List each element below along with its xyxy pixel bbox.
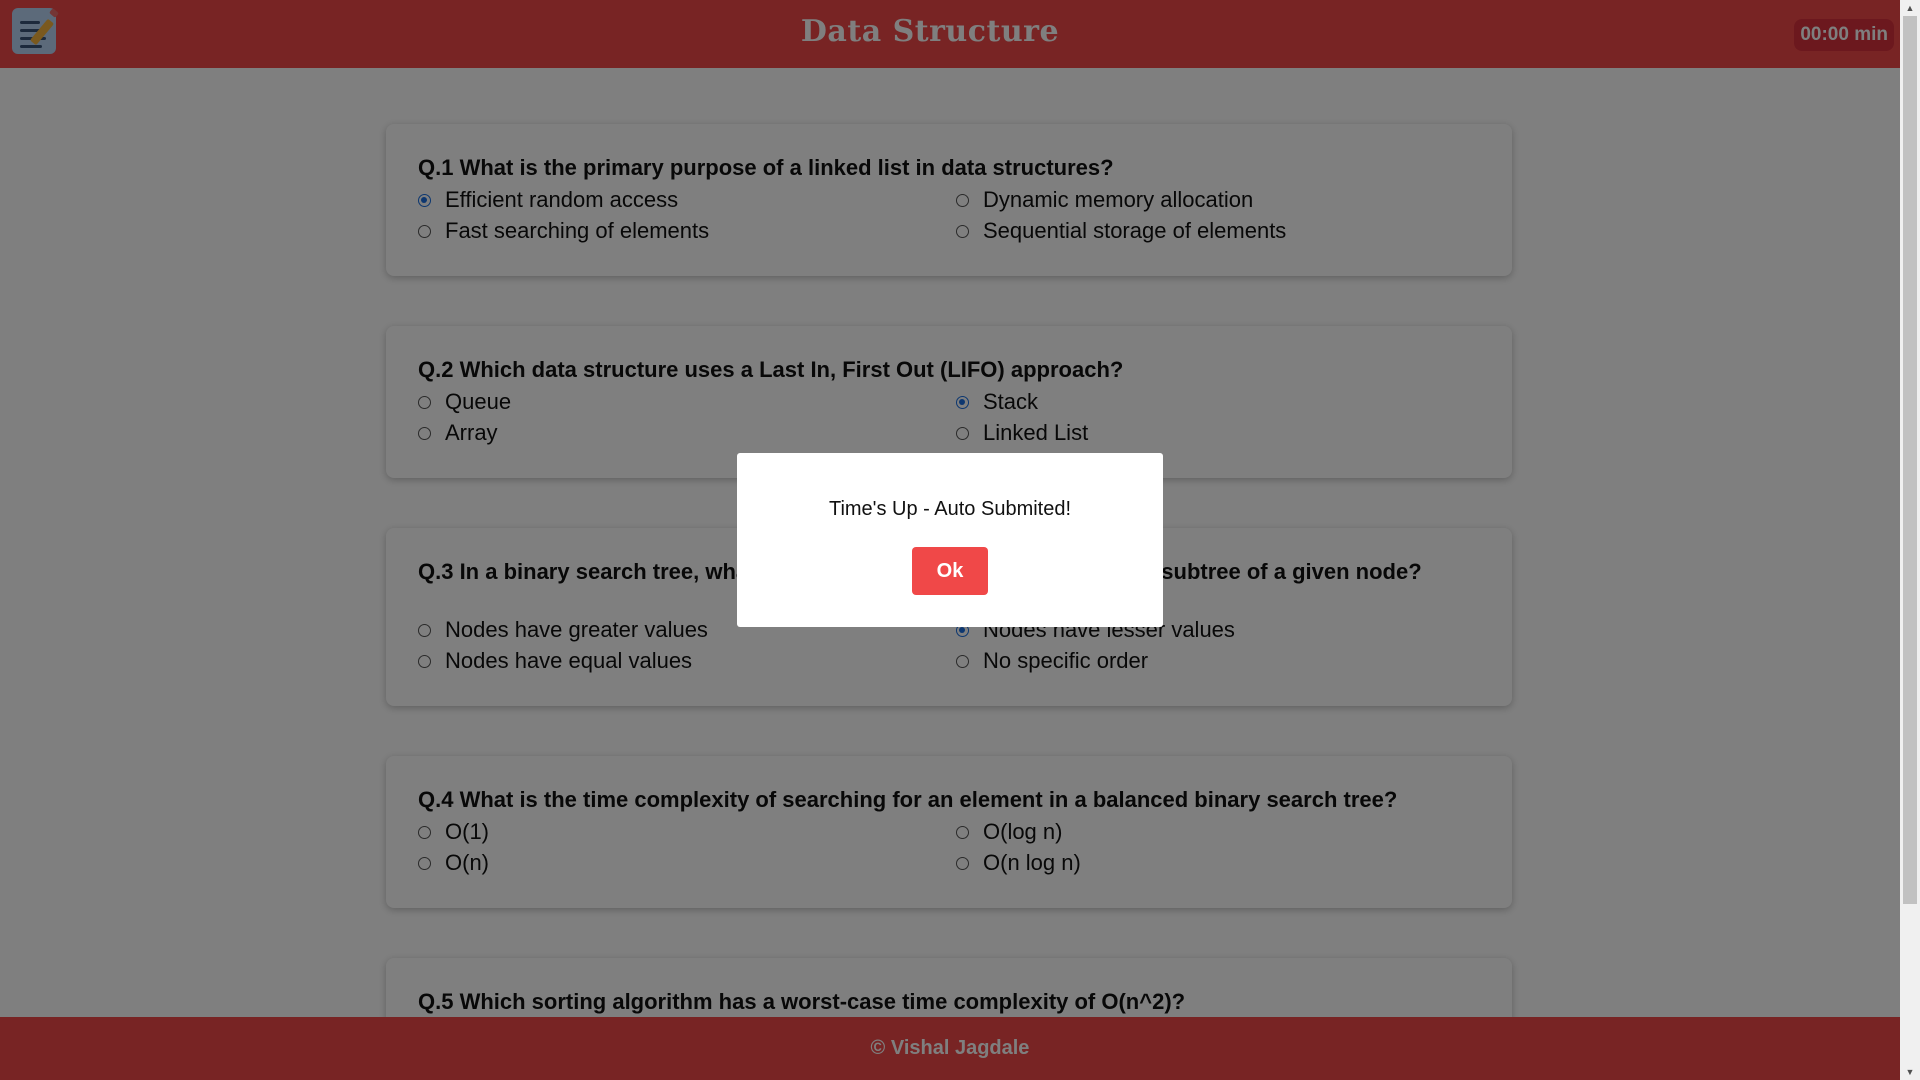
vertical-scrollbar[interactable]: ▲ ▼ [1900,0,1920,1080]
scroll-up-arrow-icon[interactable]: ▲ [1900,0,1920,16]
ok-button[interactable]: Ok [912,547,988,595]
scrollbar-thumb[interactable] [1903,16,1917,904]
dialog-message: Time's Up - Auto Submited! [828,498,1072,520]
time-up-dialog: Time's Up - Auto Submited! Ok [737,453,1163,627]
scroll-down-arrow-icon[interactable]: ▼ [1900,1064,1920,1080]
